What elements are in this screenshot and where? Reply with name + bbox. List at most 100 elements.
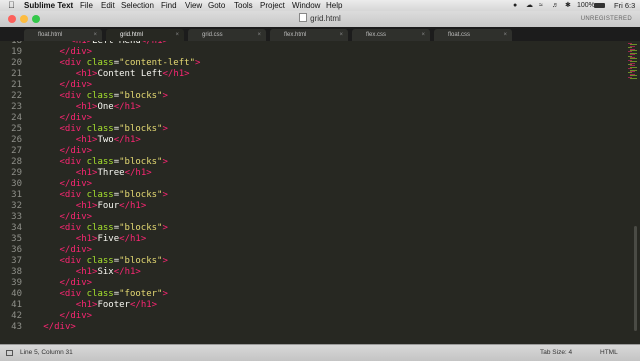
code-line[interactable]: 43 </div> xyxy=(0,322,612,333)
code-editor[interactable]: 18 <h1>Left Menu</h1> 19 </div> 20 <div cl… xyxy=(0,41,612,344)
tab-float-html[interactable]: float.html × xyxy=(24,29,102,41)
code-line[interactable]: 21 </div> xyxy=(0,80,612,91)
code-text[interactable]: <h1>One</h1> xyxy=(27,102,141,113)
code-line[interactable]: 27 </div> xyxy=(0,146,612,157)
tab-grid-css[interactable]: grid.css × xyxy=(188,29,266,41)
code-line[interactable]: 35 <h1>Five</h1> xyxy=(0,234,612,245)
code-line[interactable]: 20 <div class="content-left"> xyxy=(0,58,612,69)
code-text[interactable]: <h1>Content Left</h1> xyxy=(27,69,190,80)
code-line[interactable]: 38 <h1>Six</h1> xyxy=(0,267,612,278)
menubar-clock[interactable]: Fri 6:3 xyxy=(614,0,635,11)
code-text[interactable]: </div> xyxy=(27,278,93,289)
code-line[interactable]: 40 <div class="footer"> xyxy=(0,289,612,300)
code-line[interactable]: 28 <div class="blocks"> xyxy=(0,157,612,168)
code-text[interactable]: <div class="blocks"> xyxy=(27,190,168,201)
volume-icon[interactable]: ♬ xyxy=(552,0,559,11)
battery-icon[interactable] xyxy=(594,3,605,8)
code-line[interactable]: 31 <div class="blocks"> xyxy=(0,190,612,201)
code-text[interactable]: <h1>Six</h1> xyxy=(27,267,141,278)
code-text[interactable]: <div class="content-left"> xyxy=(27,58,201,69)
menu-file[interactable]: File xyxy=(80,0,93,11)
code-line[interactable]: 24 </div> xyxy=(0,113,612,124)
syntax-selector[interactable]: HTML xyxy=(600,345,618,361)
menu-project[interactable]: Project xyxy=(260,0,285,11)
code-line[interactable]: 39 </div> xyxy=(0,278,612,289)
code-line[interactable]: 29 <h1>Three</h1> xyxy=(0,168,612,179)
menu-goto[interactable]: Goto xyxy=(208,0,225,11)
menu-edit[interactable]: Edit xyxy=(101,0,115,11)
code-line[interactable]: 30 </div> xyxy=(0,179,612,190)
code-text[interactable]: <h1>Four</h1> xyxy=(27,201,146,212)
code-text[interactable]: </div> xyxy=(27,179,93,190)
code-text[interactable]: <h1>Footer</h1> xyxy=(27,300,157,311)
code-line[interactable]: 22 <div class="blocks"> xyxy=(0,91,612,102)
code-line[interactable]: 25 <div class="blocks"> xyxy=(0,124,612,135)
code-text[interactable]: </div> xyxy=(27,311,93,322)
vertical-scrollbar[interactable] xyxy=(634,226,637,331)
code-line[interactable]: 32 <h1>Four</h1> xyxy=(0,201,612,212)
code-text[interactable]: </div> xyxy=(27,245,93,256)
tab-float-css[interactable]: float.css × xyxy=(434,29,512,41)
menu-app-name[interactable]: Sublime Text xyxy=(24,0,73,11)
tab-flex-css[interactable]: flex.css × xyxy=(352,29,430,41)
wifi-icon[interactable]: ≈ xyxy=(539,0,543,11)
code-text[interactable]: <h1>Five</h1> xyxy=(27,234,146,245)
code-text[interactable]: <div class="blocks"> xyxy=(27,157,168,168)
code-token: class xyxy=(86,289,114,299)
code-text[interactable]: <div class="blocks"> xyxy=(27,256,168,267)
code-line[interactable]: 37 <div class="blocks"> xyxy=(0,256,612,267)
tab-bar: float.html × grid.html × grid.css × flex… xyxy=(0,27,640,41)
code-token: "blocks" xyxy=(119,91,163,101)
code-line[interactable]: 42 </div> xyxy=(0,311,612,322)
code-line[interactable]: 23 <h1>One</h1> xyxy=(0,102,612,113)
line-number: 29 xyxy=(11,168,22,178)
tab-close-icon[interactable]: × xyxy=(421,29,425,41)
code-line[interactable]: 19 </div> xyxy=(0,47,612,58)
tab-close-icon[interactable]: × xyxy=(339,29,343,41)
code-text[interactable]: <div class="blocks"> xyxy=(27,223,168,234)
menu-tools[interactable]: Tools xyxy=(234,0,253,11)
code-text[interactable]: </div> xyxy=(27,113,93,124)
tab-close-icon[interactable]: × xyxy=(175,29,179,41)
battery-percent[interactable]: 100% xyxy=(577,0,595,11)
tab-size-selector[interactable]: Tab Size: 4 xyxy=(540,345,572,361)
code-line[interactable]: 34 <div class="blocks"> xyxy=(0,223,612,234)
code-text[interactable]: <h1>Three</h1> xyxy=(27,168,152,179)
tab-close-icon[interactable]: × xyxy=(93,29,97,41)
code-line[interactable]: 33 </div> xyxy=(0,212,612,223)
tab-flex-html[interactable]: flex.html × xyxy=(270,29,348,41)
tab-grid-html[interactable]: grid.html × xyxy=(106,29,184,41)
code-text[interactable]: </div> xyxy=(27,322,76,333)
code-line[interactable]: 41 <h1>Footer</h1> xyxy=(0,300,612,311)
menu-help[interactable]: Help xyxy=(326,0,342,11)
code-token: </div> xyxy=(59,278,93,288)
code-text[interactable]: </div> xyxy=(27,80,93,91)
bluetooth-icon[interactable]: ✱ xyxy=(565,0,571,11)
code-text[interactable]: <div class="blocks"> xyxy=(27,91,168,102)
code-text[interactable]: <div class="footer"> xyxy=(27,289,168,300)
code-text[interactable]: <h1>Two</h1> xyxy=(27,135,141,146)
code-text[interactable]: </div> xyxy=(27,212,93,223)
tab-close-icon[interactable]: × xyxy=(503,29,507,41)
menu-view[interactable]: View xyxy=(185,0,202,11)
code-line[interactable]: 36 </div> xyxy=(0,245,612,256)
minimap[interactable] xyxy=(612,41,640,344)
panel-toggle-icon[interactable] xyxy=(6,350,13,356)
code-line[interactable]: 21 <h1>Content Left</h1> xyxy=(0,69,612,80)
menu-find[interactable]: Find xyxy=(161,0,177,11)
menu-selection[interactable]: Selection xyxy=(121,0,154,11)
screen-recorder-icon[interactable]: ● xyxy=(513,0,517,11)
tab-close-icon[interactable]: × xyxy=(257,29,261,41)
cloud-icon[interactable]: ☁ xyxy=(526,0,533,11)
menu-window[interactable]: Window xyxy=(292,0,320,11)
apple-menu-icon[interactable]:  xyxy=(8,0,15,11)
code-token: <div xyxy=(59,256,87,266)
code-line[interactable]: 26 <h1>Two</h1> xyxy=(0,135,612,146)
code-text[interactable]: </div> xyxy=(27,146,93,157)
code-text[interactable]: </div> xyxy=(27,47,93,58)
code-text[interactable]: <div class="blocks"> xyxy=(27,124,168,135)
